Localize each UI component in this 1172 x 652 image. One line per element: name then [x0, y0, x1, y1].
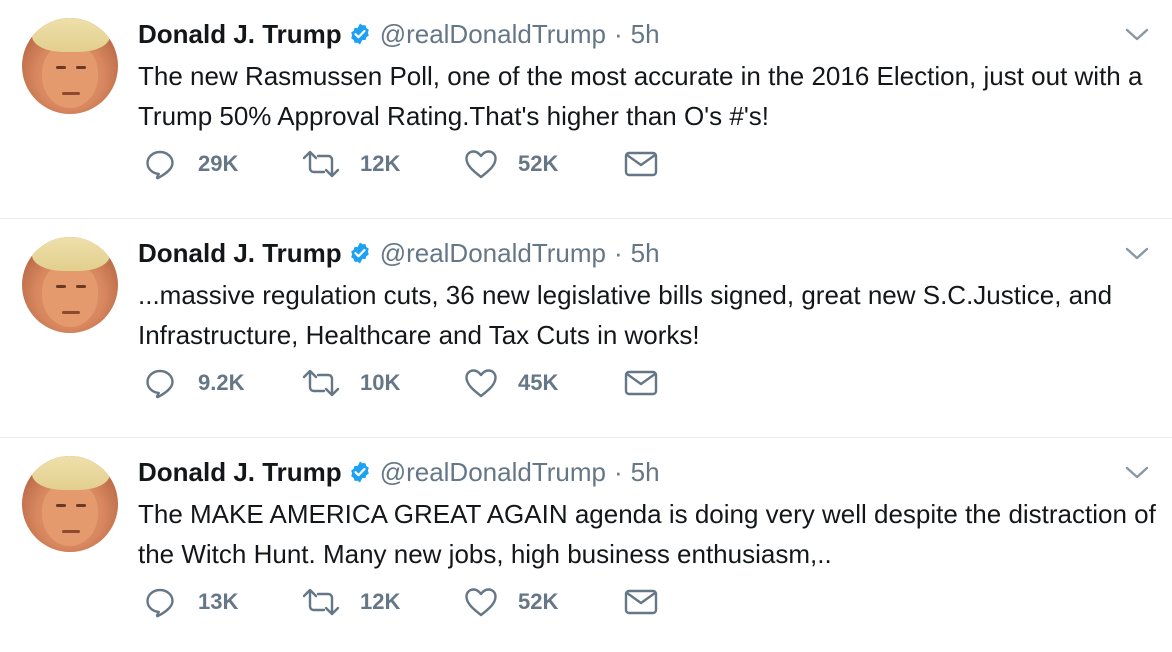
reply-icon — [146, 369, 174, 399]
direct-message-button[interactable] — [624, 144, 658, 184]
verified-badge-icon — [350, 461, 369, 483]
tweet-header: Donald J. Trump @realDonaldTrump · 5h — [138, 233, 660, 273]
tweet-text: ...massive regulation cuts, 36 new legis… — [138, 280, 1113, 350]
avatar-mouth — [62, 530, 80, 533]
heart-icon — [465, 369, 497, 398]
separator-dot: · — [613, 238, 623, 268]
reply-count: 29K — [198, 151, 239, 176]
avatar-face — [42, 263, 98, 327]
verified-badge-icon — [350, 242, 369, 264]
avatar-face — [42, 44, 98, 108]
user-name[interactable]: Donald J. Trump — [138, 14, 342, 54]
like-button[interactable]: 45K — [464, 363, 558, 403]
avatar-mouth — [62, 92, 80, 95]
reply-button[interactable]: 29K — [144, 144, 238, 184]
avatar-mouth — [62, 311, 80, 314]
like-count: 52K — [518, 589, 559, 614]
avatar-eye — [76, 285, 86, 288]
reply-button[interactable]: 9.2K — [144, 363, 244, 403]
avatar-hair — [32, 18, 110, 52]
like-button[interactable]: 52K — [464, 144, 558, 184]
verified-badge-icon — [350, 23, 369, 45]
separator-dot: · — [613, 457, 623, 487]
tweet-actions: 29K 12K 52K — [144, 144, 704, 184]
user-handle[interactable]: @realDonaldTrump — [380, 14, 606, 54]
retweet-count: 12K — [360, 589, 401, 614]
chevron-down-icon[interactable] — [1124, 24, 1150, 44]
avatar-eye — [56, 285, 66, 288]
like-count: 45K — [518, 370, 559, 395]
retweet-icon — [302, 369, 340, 397]
retweet-icon — [302, 588, 340, 616]
user-handle[interactable]: @realDonaldTrump — [380, 233, 606, 273]
avatar-eye — [56, 66, 66, 69]
tweet-actions: 9.2K 10K 45K — [144, 363, 704, 403]
tweet[interactable]: Donald J. Trump @realDonaldTrump · 5h Th… — [0, 438, 1172, 652]
retweet-count: 10K — [360, 370, 401, 395]
timestamp[interactable]: 5h — [631, 452, 660, 492]
retweet-button[interactable]: 10K — [302, 363, 400, 403]
envelope-icon — [624, 589, 658, 615]
envelope-icon — [624, 370, 658, 396]
tweet-header: Donald J. Trump @realDonaldTrump · 5h — [138, 14, 660, 54]
like-count: 52K — [518, 151, 559, 176]
tweet-text: The MAKE AMERICA GREAT AGAIN agenda is d… — [138, 499, 1156, 569]
direct-message-button[interactable] — [624, 363, 658, 403]
avatar-hair — [32, 456, 110, 490]
direct-message-button[interactable] — [624, 582, 658, 622]
avatar-eye — [76, 66, 86, 69]
chevron-down-icon[interactable] — [1124, 462, 1150, 482]
avatar-eye — [76, 504, 86, 507]
heart-icon — [465, 588, 497, 617]
tweet[interactable]: Donald J. Trump @realDonaldTrump · 5h ..… — [0, 219, 1172, 438]
retweet-button[interactable]: 12K — [302, 582, 400, 622]
reply-icon — [146, 150, 174, 180]
chevron-down-icon[interactable] — [1124, 243, 1150, 263]
retweet-icon — [302, 150, 340, 178]
tweet-header: Donald J. Trump @realDonaldTrump · 5h — [138, 452, 660, 492]
heart-icon — [465, 150, 497, 179]
reply-count: 13K — [198, 589, 239, 614]
avatar-face — [42, 482, 98, 546]
timeline: Donald J. Trump @realDonaldTrump · 5h Th… — [0, 0, 1172, 652]
timestamp[interactable]: 5h — [631, 14, 660, 54]
retweet-count: 12K — [360, 151, 401, 176]
timestamp[interactable]: 5h — [631, 233, 660, 273]
reply-button[interactable]: 13K — [144, 582, 238, 622]
avatar-eye — [56, 504, 66, 507]
avatar-hair — [32, 237, 110, 271]
envelope-icon — [624, 151, 658, 177]
reply-icon — [146, 588, 174, 618]
avatar[interactable] — [22, 18, 118, 114]
tweet[interactable]: Donald J. Trump @realDonaldTrump · 5h Th… — [0, 0, 1172, 219]
avatar[interactable] — [22, 237, 118, 333]
tweet-text: The new Rasmussen Poll, one of the most … — [138, 61, 1143, 131]
user-handle[interactable]: @realDonaldTrump — [380, 452, 606, 492]
user-name[interactable]: Donald J. Trump — [138, 233, 342, 273]
retweet-button[interactable]: 12K — [302, 144, 400, 184]
like-button[interactable]: 52K — [464, 582, 558, 622]
avatar[interactable] — [22, 456, 118, 552]
reply-count: 9.2K — [198, 370, 245, 395]
separator-dot: · — [613, 19, 623, 49]
user-name[interactable]: Donald J. Trump — [138, 452, 342, 492]
tweet-actions: 13K 12K 52K — [144, 582, 704, 622]
